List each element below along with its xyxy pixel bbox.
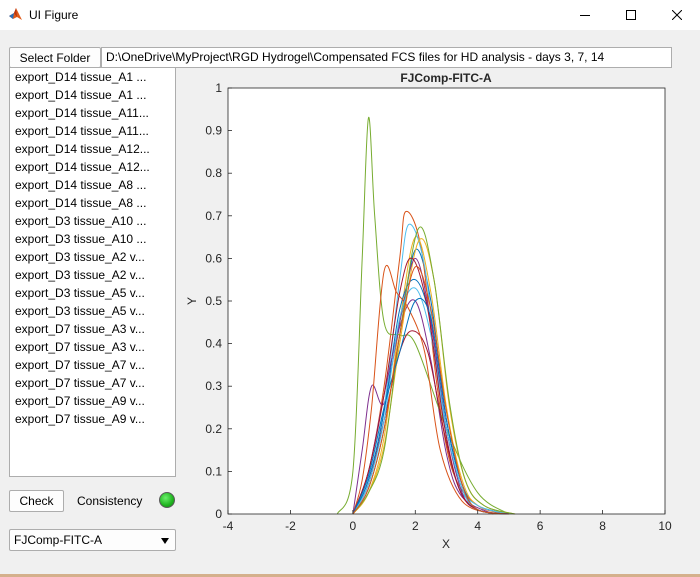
file-list-item[interactable]: export_D14 tissue_A12... xyxy=(10,140,175,158)
file-list-item[interactable]: export_D7 tissue_A9 v... xyxy=(10,410,175,428)
check-button[interactable]: Check xyxy=(9,490,64,512)
x-tick-label: -2 xyxy=(285,519,296,533)
file-list: export_D14 tissue_A1 ... export_D14 tissu… xyxy=(10,68,175,428)
file-list-item[interactable]: export_D7 tissue_A3 v... xyxy=(10,338,175,356)
maximize-icon xyxy=(626,10,636,20)
channel-dropdown-value: FJComp-FITC-A xyxy=(14,533,102,547)
y-tick-label: 0.4 xyxy=(205,337,222,351)
minimize-button[interactable] xyxy=(562,0,608,30)
file-list-item[interactable]: export_D7 tissue_A3 v... xyxy=(10,320,175,338)
file-list-item[interactable]: export_D3 tissue_A10 ... xyxy=(10,230,175,248)
file-list-item[interactable]: export_D14 tissue_A8 ... xyxy=(10,176,175,194)
x-tick-label: 0 xyxy=(350,519,357,533)
file-list-item[interactable]: export_D3 tissue_A10 ... xyxy=(10,212,175,230)
y-tick-label: 0 xyxy=(215,507,222,521)
y-tick-label: 0.3 xyxy=(205,379,222,393)
file-list-item[interactable]: export_D14 tissue_A8 ... xyxy=(10,194,175,212)
y-tick-label: 0.6 xyxy=(205,251,222,265)
folder-path-field[interactable]: D:\OneDrive\MyProject\RGD Hydrogel\Compe… xyxy=(101,47,672,68)
density-plot: -4 -2 0 2 4 6 8 10 0 0.1 0.2 0.3 0.4 0.5 0.6 0.7 0.8 0.9… xyxy=(185,71,672,551)
maximize-button[interactable] xyxy=(608,0,654,30)
x-tick-label: -4 xyxy=(223,519,234,533)
file-list-item[interactable]: export_D14 tissue_A1 ... xyxy=(10,68,175,86)
file-list-item[interactable]: export_D14 tissue_A11... xyxy=(10,122,175,140)
channel-dropdown[interactable]: FJComp-FITC-A xyxy=(9,529,176,551)
close-icon xyxy=(672,10,682,20)
chart-title: FJComp-FITC-A xyxy=(400,71,492,85)
y-tick-label: 1 xyxy=(215,81,222,95)
y-tick-label: 0.7 xyxy=(205,209,222,223)
x-axis-label: X xyxy=(442,537,450,551)
file-list-item[interactable]: export_D7 tissue_A7 v... xyxy=(10,356,175,374)
matlab-icon xyxy=(9,8,22,20)
file-list-item[interactable]: export_D3 tissue_A5 v... xyxy=(10,302,175,320)
dropdown-arrow-icon xyxy=(161,538,169,544)
x-tick-label: 10 xyxy=(658,519,672,533)
y-tick-label: 0.1 xyxy=(205,464,222,478)
file-list-item[interactable]: export_D3 tissue_A2 v... xyxy=(10,248,175,266)
file-list-item[interactable]: export_D3 tissue_A2 v... xyxy=(10,266,175,284)
x-tick-label: 4 xyxy=(474,519,481,533)
file-list-item[interactable]: export_D14 tissue_A12... xyxy=(10,158,175,176)
plot-area xyxy=(228,88,665,514)
window-title: UI Figure xyxy=(29,8,79,22)
select-folder-button[interactable]: Select Folder xyxy=(9,47,101,68)
x-tick-label: 6 xyxy=(537,519,544,533)
minimize-icon xyxy=(580,15,590,16)
y-tick-label: 0.9 xyxy=(205,124,222,138)
title-bar: UI Figure xyxy=(0,0,700,30)
x-tick-label: 2 xyxy=(412,519,419,533)
file-listbox[interactable]: export_D14 tissue_A1 ... export_D14 tissu… xyxy=(9,67,176,477)
x-tick-label: 8 xyxy=(599,519,606,533)
file-list-item[interactable]: export_D3 tissue_A5 v... xyxy=(10,284,175,302)
file-list-item[interactable]: export_D7 tissue_A7 v... xyxy=(10,374,175,392)
y-tick-label: 0.2 xyxy=(205,422,222,436)
y-axis-label: Y xyxy=(185,297,199,305)
file-list-item[interactable]: export_D14 tissue_A11... xyxy=(10,104,175,122)
consistency-label: Consistency xyxy=(77,494,143,508)
file-list-item[interactable]: export_D7 tissue_A9 v... xyxy=(10,392,175,410)
consistency-status-lamp xyxy=(159,492,175,508)
close-button[interactable] xyxy=(654,0,700,30)
y-tick-label: 0.8 xyxy=(205,166,222,180)
y-tick-label: 0.5 xyxy=(205,294,222,308)
file-list-item[interactable]: export_D14 tissue_A1 ... xyxy=(10,86,175,104)
